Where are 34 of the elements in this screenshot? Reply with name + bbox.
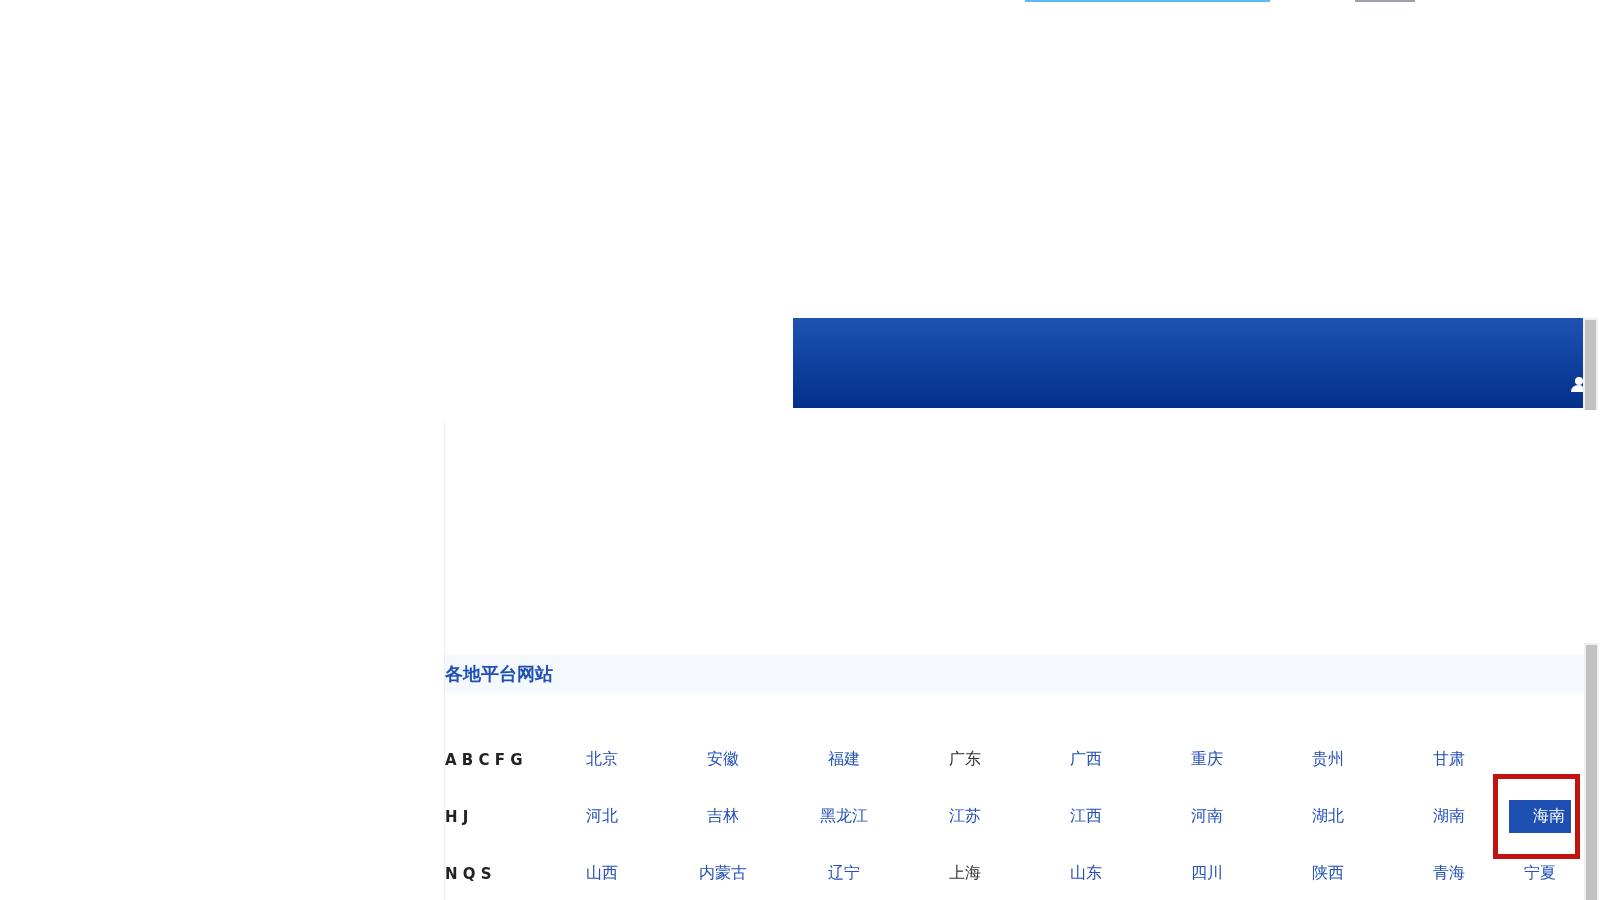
user-icon <box>1571 376 1583 392</box>
section-title: 各地平台网站 <box>445 662 553 686</box>
province-link[interactable]: 山西 <box>585 863 618 884</box>
province-link[interactable]: 福建 <box>827 749 860 770</box>
province-link[interactable]: 黑龙江 <box>819 806 868 827</box>
province-link[interactable]: 海南 <box>1509 800 1571 833</box>
province-link[interactable]: 湖南 <box>1432 806 1465 827</box>
province-link[interactable]: 重庆 <box>1190 749 1223 770</box>
scrollbar[interactable] <box>1584 643 1599 900</box>
province-link[interactable]: 吉林 <box>706 806 739 827</box>
province-link[interactable]: 北京 <box>585 749 618 770</box>
province-link[interactable]: 河南 <box>1190 806 1223 827</box>
province-link[interactable]: 湖北 <box>1311 806 1344 827</box>
province-link[interactable]: 山东 <box>1069 863 1102 884</box>
province-link[interactable]: 江苏 <box>948 806 981 827</box>
province-link[interactable]: 广东 <box>948 749 981 770</box>
province-link[interactable]: 辽宁 <box>827 863 860 884</box>
scrollbar[interactable] <box>1583 318 1598 410</box>
letter-index: N Q S <box>445 864 493 883</box>
province-link[interactable]: 青海 <box>1432 863 1465 884</box>
letter-index: H J <box>445 807 470 826</box>
province-link[interactable]: 内蒙古 <box>698 863 747 884</box>
province-link[interactable]: 江西 <box>1069 806 1102 827</box>
letter-index: A B C F G <box>445 750 524 769</box>
province-link[interactable]: 甘肃 <box>1432 749 1465 770</box>
province-link[interactable]: 安徽 <box>706 749 739 770</box>
province-link[interactable]: 陕西 <box>1311 863 1344 884</box>
province-link[interactable]: 河北 <box>585 806 618 827</box>
accent-line <box>1355 0 1415 2</box>
province-link[interactable]: 上海 <box>948 863 981 884</box>
province-link[interactable]: 广西 <box>1069 749 1102 770</box>
province-link[interactable]: 宁夏 <box>1524 863 1556 884</box>
province-link[interactable]: 贵州 <box>1311 749 1344 770</box>
province-link[interactable]: 四川 <box>1190 863 1223 884</box>
